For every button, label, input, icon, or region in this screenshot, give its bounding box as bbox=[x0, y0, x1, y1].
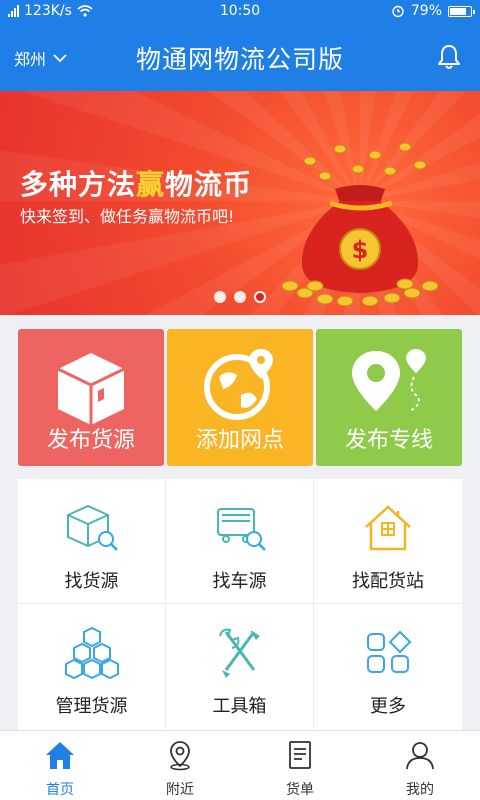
stacked-boxes-icon bbox=[65, 626, 119, 680]
tab-mine[interactable]: 我的 bbox=[360, 731, 480, 800]
more-item[interactable]: 更多 bbox=[314, 604, 462, 729]
toolbox-item[interactable]: 工具箱 bbox=[166, 604, 314, 729]
more-grid-icon bbox=[367, 630, 412, 673]
battery-icon bbox=[448, 5, 475, 17]
quick-actions: 发布货源 添加网点 发布专线 bbox=[18, 329, 462, 466]
tools-icon bbox=[219, 628, 260, 678]
city-selector[interactable]: 郑州 bbox=[14, 46, 68, 70]
chevron-down-icon bbox=[53, 54, 67, 63]
carousel-dot-2[interactable] bbox=[234, 291, 246, 303]
promo-banner[interactable]: 多种方法赢物流币 快来签到、做任务赢物流币吧! $ bbox=[0, 91, 480, 315]
bell-icon[interactable] bbox=[434, 42, 464, 72]
money-bag-icon: $ bbox=[281, 142, 439, 306]
banner-subtitle: 快来签到、做任务赢物流币吧! bbox=[20, 207, 235, 226]
grid-item-label: 找货源 bbox=[64, 571, 119, 592]
find-station-item[interactable]: 找配货站 bbox=[314, 479, 462, 604]
svg-text:$: $ bbox=[352, 236, 369, 264]
tab-label: 附近 bbox=[166, 782, 194, 798]
manage-cargo-item[interactable]: 管理货源 bbox=[18, 604, 166, 729]
truck-search-icon bbox=[217, 508, 266, 551]
publish-cargo-tile[interactable]: 发布货源 bbox=[18, 329, 164, 466]
tile-label: 发布货源 bbox=[46, 428, 135, 453]
publish-route-tile[interactable]: 发布专线 bbox=[316, 329, 462, 466]
add-outlet-tile[interactable]: 添加网点 bbox=[167, 329, 313, 466]
tab-label: 货单 bbox=[286, 782, 314, 798]
carousel-dot-3[interactable] bbox=[254, 291, 266, 303]
user-icon bbox=[406, 742, 434, 770]
grid-item-label: 找车源 bbox=[212, 571, 267, 592]
feature-grid: 找货源 找车源 找配货站 管理货源 工具箱 更多 bbox=[18, 479, 462, 730]
tile-label: 发布专线 bbox=[344, 428, 433, 453]
battery-percent: 79% bbox=[410, 3, 442, 19]
grid-item-label: 更多 bbox=[370, 696, 406, 717]
alarm-icon bbox=[392, 5, 404, 18]
carousel-dot-1[interactable] bbox=[214, 291, 226, 303]
find-cargo-item[interactable]: 找货源 bbox=[18, 479, 166, 604]
tab-home[interactable]: 首页 bbox=[0, 731, 120, 800]
grid-item-label: 工具箱 bbox=[212, 696, 267, 717]
find-truck-item[interactable]: 找车源 bbox=[166, 479, 314, 604]
grid-item-label: 找配货站 bbox=[352, 571, 424, 592]
cube-search-icon bbox=[67, 504, 118, 551]
tile-label: 添加网点 bbox=[195, 428, 284, 453]
carousel-indicators bbox=[0, 291, 480, 303]
page-title: 物通网物流公司版 bbox=[135, 45, 344, 74]
tab-nearby[interactable]: 附近 bbox=[120, 731, 240, 800]
tab-label: 首页 bbox=[46, 782, 74, 798]
app-header: 郑州 物通网物流公司版 bbox=[0, 24, 480, 91]
tab-label: 我的 bbox=[406, 782, 434, 798]
location-pin-icon bbox=[170, 741, 190, 771]
grid-item-label: 管理货源 bbox=[55, 696, 128, 717]
document-icon bbox=[289, 741, 311, 769]
bottom-tab-bar: 首页 附近 货单 我的 bbox=[0, 730, 480, 800]
city-label: 郑州 bbox=[14, 50, 47, 69]
banner-headline: 多种方法赢物流币 bbox=[20, 168, 253, 201]
home-icon bbox=[46, 742, 74, 769]
tab-orders[interactable]: 货单 bbox=[240, 731, 360, 800]
house-icon bbox=[365, 505, 411, 551]
status-bar: 123K/s 10:50 79% bbox=[0, 0, 480, 24]
